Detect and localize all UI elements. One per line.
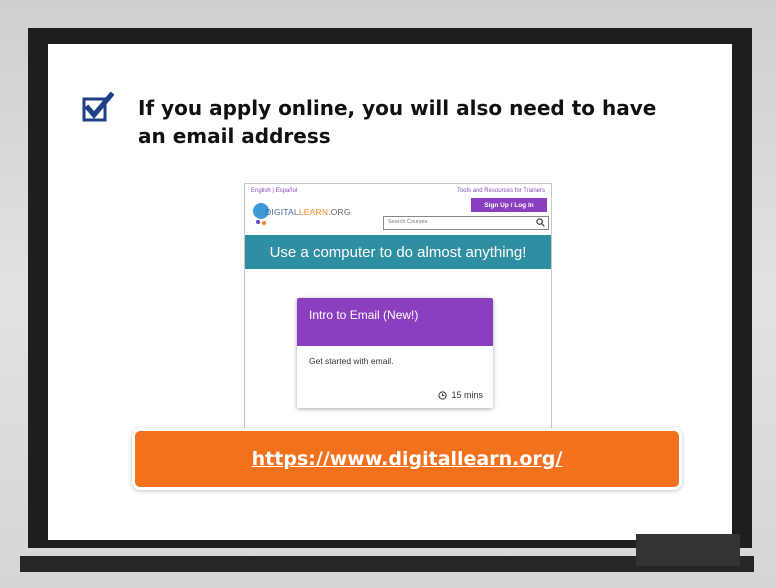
logo-text-learn: LEARN	[298, 207, 329, 217]
language-links[interactable]: English | Español	[251, 188, 297, 194]
website-screenshot: English | Español Tools and Resources fo…	[244, 183, 552, 431]
checked-box-icon	[82, 92, 114, 122]
course-card-header: Intro to Email (New!)	[297, 298, 493, 346]
course-duration: 15 mins	[438, 390, 483, 400]
logo-purple-dot	[256, 220, 260, 224]
course-card[interactable]: Intro to Email (New!) Get started with e…	[297, 298, 493, 408]
logo-text-org: .ORG	[328, 207, 351, 217]
clock-icon	[438, 390, 448, 400]
slide-headline: If you apply online, you will also need …	[138, 94, 678, 150]
eraser	[636, 534, 740, 566]
url-banner: https://www.digitallearn.org/	[132, 428, 682, 490]
signup-login-button[interactable]: Sign Up / Log In	[471, 198, 547, 212]
digitallearn-logo[interactable]: DIGITALLEARN.ORG	[253, 201, 373, 227]
search-input[interactable]: Search Courses	[383, 216, 549, 230]
hero-banner: Use a computer to do almost anything!	[245, 235, 551, 269]
course-description: Get started with email.	[309, 356, 394, 366]
logo-text-digital: DIGITAL	[265, 207, 299, 217]
search-placeholder: Search Courses	[388, 219, 428, 225]
course-duration-text: 15 mins	[451, 390, 483, 400]
trainer-tools-link[interactable]: Tools and Resources for Trainers	[457, 188, 545, 194]
logo-orange-dot	[262, 221, 266, 225]
headline-line-1: If you apply online, you will also need …	[138, 96, 657, 120]
digitallearn-url-link[interactable]: https://www.digitallearn.org/	[252, 448, 563, 470]
logo-text: DIGITALLEARN.ORG	[265, 207, 351, 217]
headline-line-2: an email address	[138, 124, 331, 148]
course-title: Intro to Email (New!)	[309, 308, 419, 322]
search-icon[interactable]	[536, 218, 545, 227]
